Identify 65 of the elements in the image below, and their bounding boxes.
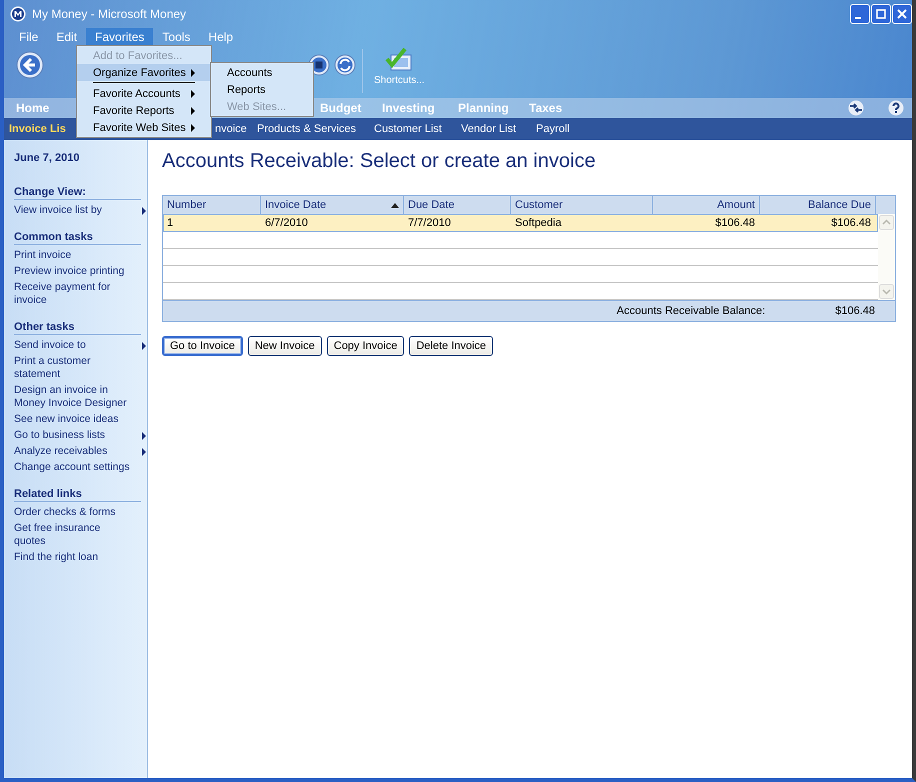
task-link[interactable]: Receive payment for invoice	[14, 281, 134, 307]
arrows-icon[interactable]	[848, 100, 864, 116]
submenu-arrow-icon	[191, 68, 195, 76]
submenu-arrow-icon	[191, 106, 195, 114]
submenu-arrow-icon	[191, 124, 195, 132]
section-heading: Change View:	[14, 186, 141, 200]
task-link[interactable]: Go to business lists	[14, 429, 106, 442]
table-cell-text: $106.48	[830, 216, 872, 231]
sub-nav-link[interactable]: Vendor List	[461, 123, 516, 135]
task-link[interactable]: Analyze receivables	[14, 445, 108, 458]
submenu-arrow-icon	[142, 206, 146, 214]
table-cell-text: Softpedia	[514, 216, 562, 231]
task-link[interactable]: View invoice list by	[14, 204, 102, 217]
action-button[interactable]: Copy Invoice	[326, 336, 404, 356]
task-link[interactable]: Design an invoice in Money Invoice Designer	[14, 384, 134, 410]
app-logo-icon	[10, 6, 26, 22]
menu-option[interactable]: Accounts	[211, 64, 313, 81]
task-link[interactable]: See new invoice ideas	[14, 413, 118, 426]
sub-nav-link[interactable]: Payroll	[536, 123, 570, 135]
task-link[interactable]: Preview invoice printing	[14, 265, 124, 278]
menu-item[interactable]: Favorites	[86, 28, 154, 45]
task-link[interactable]: Print invoice	[14, 249, 72, 262]
table-cell-text: 6/7/2010	[264, 216, 309, 231]
section-heading: Common tasks	[14, 231, 141, 245]
maximize-button[interactable]	[871, 4, 891, 24]
task-link[interactable]: Order checks & forms	[14, 506, 116, 519]
date-label: June 7, 2010	[14, 152, 80, 164]
sub-nav-link[interactable]: Products & Services	[257, 123, 356, 135]
help-icon[interactable]	[888, 100, 904, 116]
task-link[interactable]: Get free insurance quotes	[14, 522, 134, 548]
section-heading: Related links	[14, 488, 141, 502]
balance-value: $106.48	[835, 305, 875, 317]
maximize-icon	[876, 9, 886, 19]
sub-nav-link[interactable]: nvoice	[215, 123, 247, 135]
table-cell-text: $106.48	[714, 216, 756, 231]
menu-option[interactable]: Organize Favorites	[77, 64, 211, 81]
submenu-arrow-icon	[142, 342, 146, 350]
menu-option[interactable]: Favorite Reports	[77, 102, 211, 119]
window-title: My Money - Microsoft Money	[32, 7, 186, 21]
section-heading: Other tasks	[14, 321, 141, 335]
page-title: Accounts Receivable: Select or create an invoice	[162, 150, 597, 173]
refresh-icon[interactable]	[334, 54, 356, 76]
menu-option[interactable]: Favorite Web Sites	[77, 119, 211, 136]
table-row[interactable]: 1 6/7/2010 7/7/2010 Softpedia $106.48 $106.48	[163, 214, 878, 232]
menu-option[interactable]: Favorite Accounts	[77, 85, 211, 102]
sort-ascending-icon	[391, 202, 399, 208]
sub-nav-link[interactable]: Customer List	[374, 123, 442, 135]
back-icon[interactable]	[16, 51, 44, 79]
task-link[interactable]: Send invoice to	[14, 339, 86, 352]
close-button[interactable]	[892, 4, 912, 24]
submenu-arrow-icon	[191, 90, 195, 98]
action-button[interactable]: Delete Invoice	[409, 336, 494, 356]
menu-option[interactable]: Reports	[211, 81, 313, 98]
action-button[interactable]: Go to Invoice	[162, 336, 243, 356]
task-link[interactable]: Find the right loan	[14, 551, 98, 564]
task-link[interactable]: Change account settings	[14, 461, 130, 474]
close-icon	[897, 9, 907, 19]
action-button[interactable]: New Invoice	[248, 336, 322, 356]
balance-label: Accounts Receivable Balance:	[616, 305, 766, 317]
table-cell-text: 7/7/2010	[407, 216, 452, 231]
table-cell-text: 1	[166, 216, 174, 231]
task-link[interactable]: Print a customer statement	[14, 355, 134, 381]
minimize-icon	[855, 17, 861, 19]
sub-nav-link[interactable]: Invoice Lis	[9, 123, 66, 135]
minimize-button[interactable]	[850, 4, 870, 24]
